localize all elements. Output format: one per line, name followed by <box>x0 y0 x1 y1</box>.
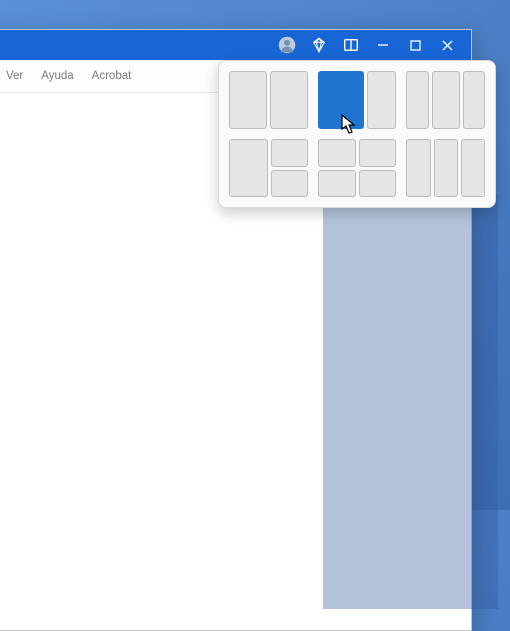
maximize-button[interactable] <box>399 30 431 60</box>
background-window-shadow <box>323 195 498 609</box>
layout-option-2col-wide[interactable] <box>318 71 397 129</box>
snap-zone-selected[interactable] <box>318 71 364 129</box>
close-button[interactable] <box>431 30 463 60</box>
layout-option-quad[interactable] <box>318 139 397 197</box>
tab-ayuda[interactable]: Ayuda <box>41 70 73 82</box>
layout-option-3col-tall[interactable] <box>406 139 485 197</box>
account-avatar[interactable] <box>271 30 303 60</box>
snap-layout-flyout <box>218 60 496 208</box>
snap-layouts-icon[interactable] <box>335 30 367 60</box>
minimize-button[interactable] <box>367 30 399 60</box>
layout-option-left-stack[interactable] <box>229 139 308 197</box>
tab-ver[interactable]: Ver <box>6 70 23 82</box>
layout-option-3col[interactable] <box>406 71 485 129</box>
layout-option-2col[interactable] <box>229 71 308 129</box>
tab-acrobat[interactable]: Acrobat <box>92 70 132 82</box>
title-bar <box>0 30 471 60</box>
premium-icon[interactable] <box>303 30 335 60</box>
